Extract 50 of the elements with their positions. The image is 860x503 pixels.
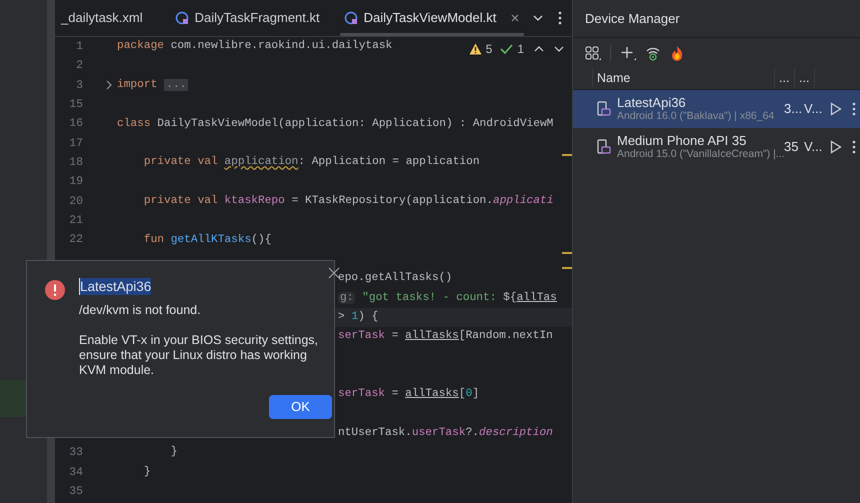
line-number: 19 (68, 174, 83, 190)
dialog-title: LatestApi36 (79, 278, 152, 295)
column-header[interactable]: ... (775, 68, 795, 89)
warning-count: 5 (486, 41, 492, 58)
line-number: 2 (75, 58, 83, 74)
code-line: private val application: Application = application (142, 154, 480, 170)
code-line: } (170, 444, 178, 460)
line-number: 17 (68, 136, 83, 152)
device-details: Android 15.0 ("VanillaIceCream") |... (617, 148, 784, 161)
column-header[interactable]: Name (593, 68, 775, 89)
table-cell-text: 3... (784, 100, 802, 118)
code-line: import ... (117, 78, 188, 93)
line-number: 1 (75, 39, 83, 56)
code-line: package com.newlibre.raokind.ui.dailytask (117, 38, 392, 54)
line-number: 22 (68, 232, 83, 248)
check-count: 1 (517, 41, 524, 58)
table-cell-text: 35 (784, 138, 800, 156)
device-name: Medium Phone API 35 (617, 133, 748, 148)
editor-tab[interactable]: _dailytask.xml (55, 0, 163, 36)
error-details: Enable VT-x in your BIOS security settings, ensure that your Linux distro has working KVM module. (79, 333, 319, 378)
code-line: epo.getAllTasks() (338, 270, 452, 286)
code-line: serTask = allTasks[0] (338, 386, 480, 402)
code-line: } (142, 464, 151, 480)
device-details: Android 16.0 ("Baklava") | x86_64 (617, 110, 776, 123)
line-number: 15 (68, 97, 83, 114)
line-number: 3 (75, 78, 83, 94)
code-line: > 1) { (338, 310, 378, 326)
line-number: 34 (68, 464, 83, 481)
column-header[interactable]: ... (795, 68, 815, 89)
device-name: LatestApi36 (617, 95, 687, 110)
code-line: serTask = allTasks[Random.nextIn (338, 328, 553, 344)
editor-tab[interactable]: DailyTaskFragment.kt (162, 0, 332, 36)
table-cell-text: V... (804, 138, 824, 156)
line-number: 20 (68, 194, 83, 210)
device-row[interactable]: LatestApi36 Android 16.0 ("Baklava") | x86_64 3...V... (573, 90, 860, 128)
error-message: /dev/kvm is not found. (79, 302, 202, 318)
code-line: class DailyTaskViewModel(application: Application) : AndroidViewM (117, 116, 554, 132)
line-number: 21 (68, 213, 83, 230)
line-number: 33 (68, 445, 83, 462)
code-line: private val ktaskRepo = KTaskRepository(application.applicati (142, 194, 554, 210)
editor-tab[interactable]: DailyTaskViewModel.kt (332, 0, 532, 36)
code-line: fun getAllKTasks(){ (142, 232, 272, 248)
code-line: g: "got tasks! - count: ${allTas (338, 290, 557, 306)
table-cell-text: V... (804, 100, 824, 118)
ok-button[interactable]: OK (269, 395, 332, 419)
line-number: 18 (68, 155, 83, 172)
panel-title: Device Manager (585, 10, 680, 28)
line-number: 16 (68, 116, 83, 132)
code-line: ntUserTask.userTask?.description (338, 426, 553, 442)
line-number: 35 (68, 484, 83, 500)
